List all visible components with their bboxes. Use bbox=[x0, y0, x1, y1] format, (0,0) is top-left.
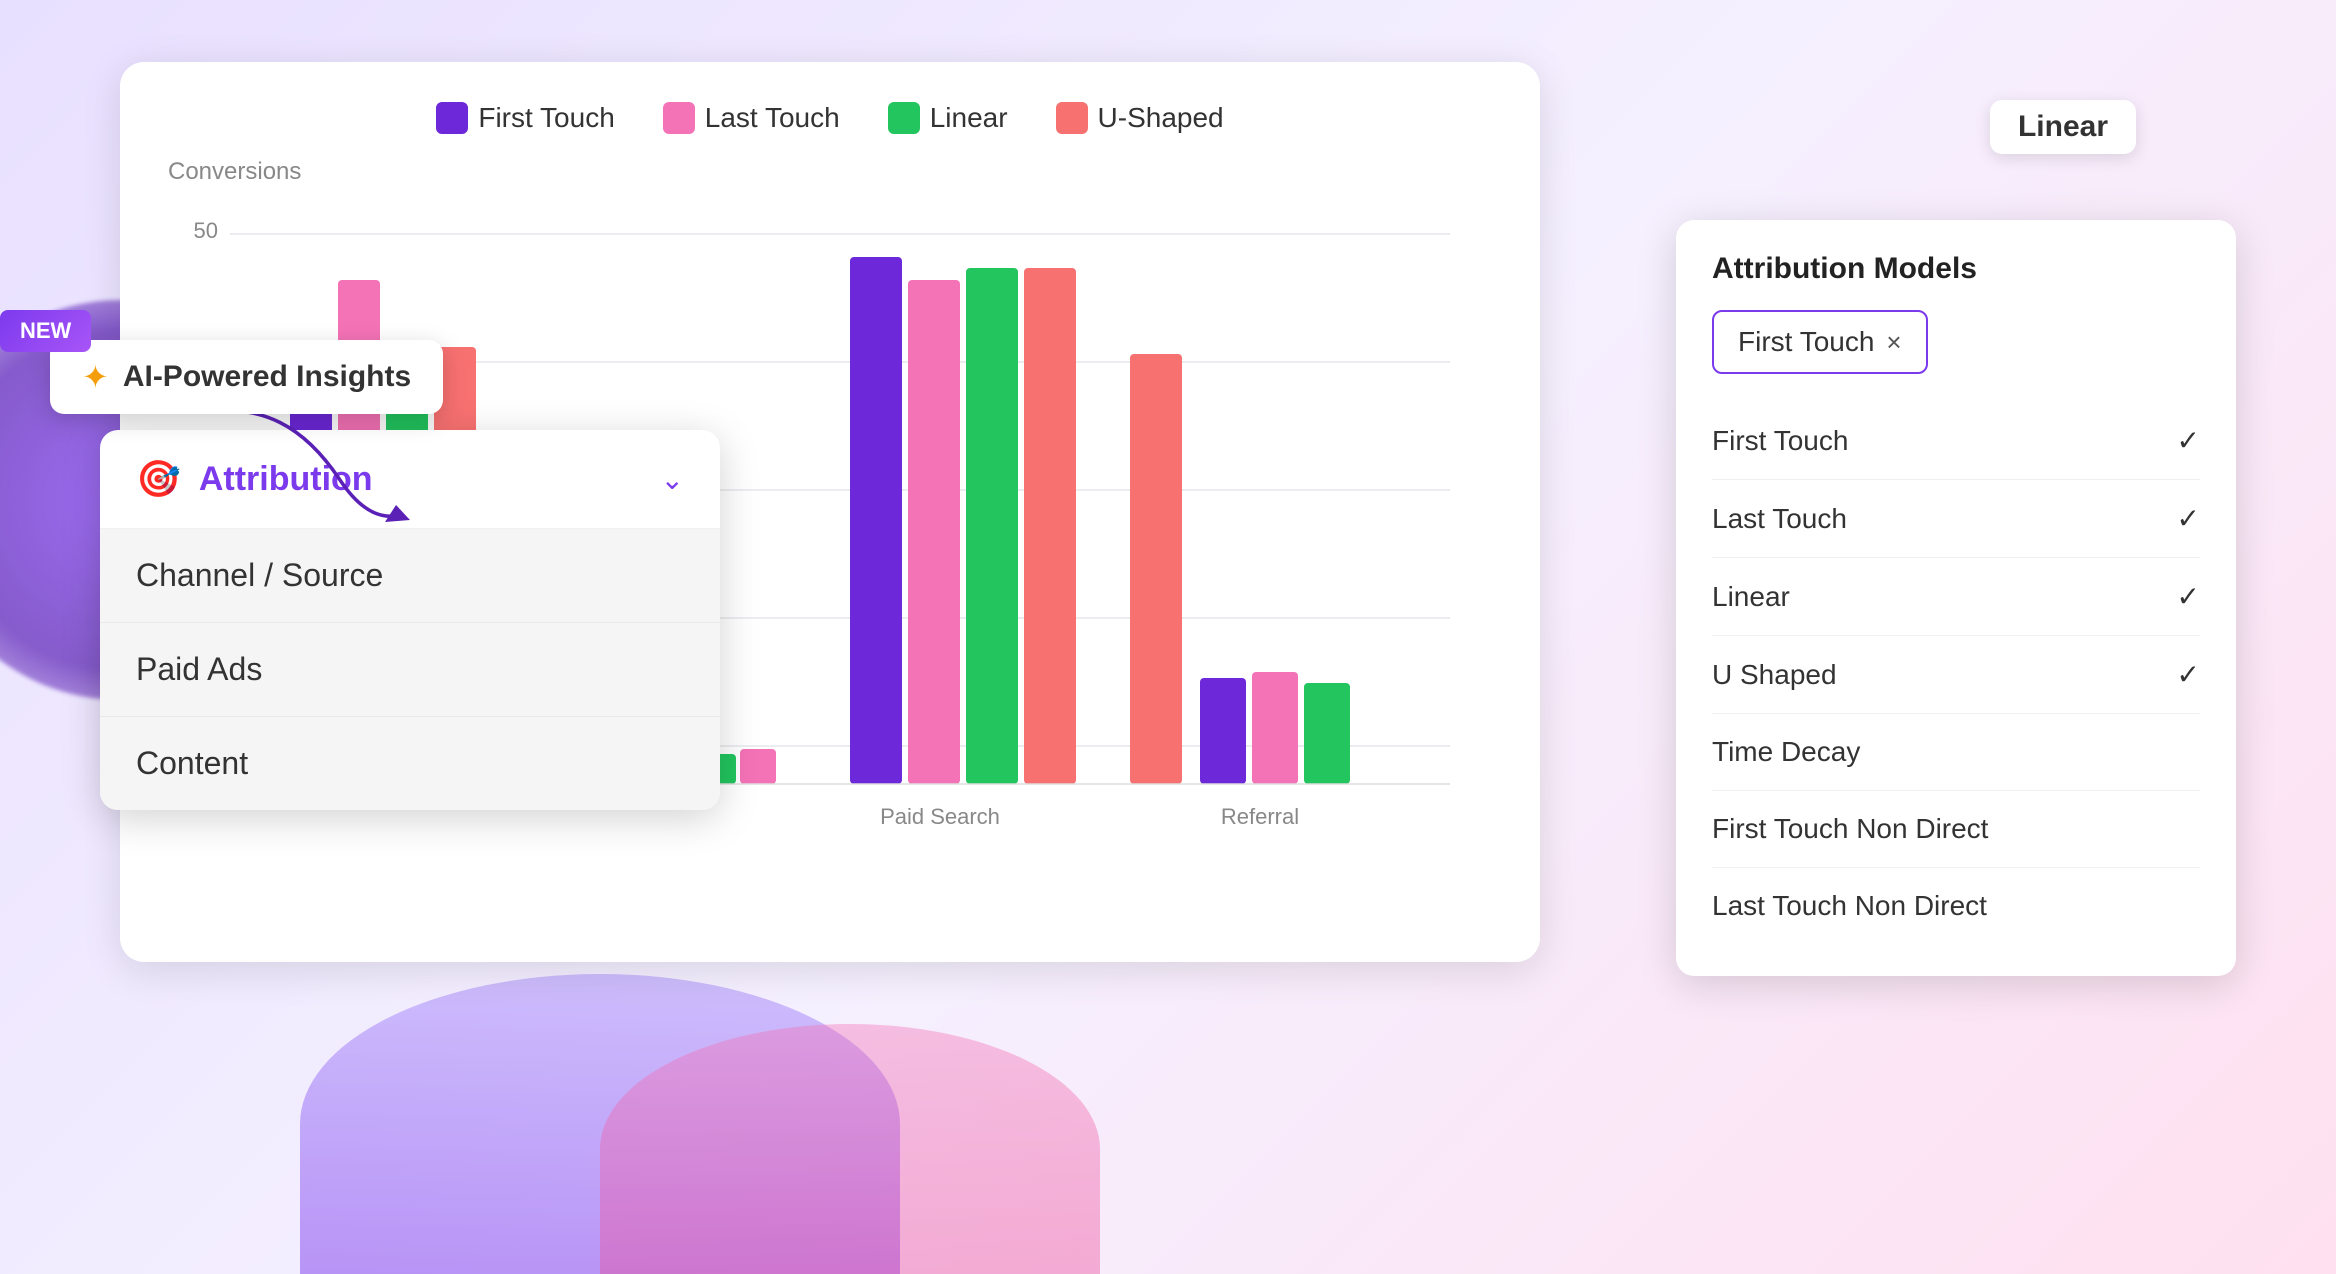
chart-y-label: Conversions bbox=[168, 158, 1492, 186]
legend-color-firsttouch bbox=[436, 102, 468, 134]
ai-star-icon: ✦ bbox=[82, 358, 109, 396]
bar-ps-firsttouch bbox=[850, 257, 902, 784]
model-label-lasttouch: Last Touch bbox=[1712, 503, 1847, 535]
model-item-ushaped[interactable]: U Shaped ✓ bbox=[1712, 636, 2200, 714]
ai-powered-insights-bubble[interactable]: ✦ AI-Powered Insights bbox=[50, 340, 443, 414]
arrow-icon bbox=[200, 400, 420, 530]
model-item-firsttouch[interactable]: First Touch ✓ bbox=[1712, 402, 2200, 480]
model-label-lasttouchnondirect: Last Touch Non Direct bbox=[1712, 890, 1987, 922]
model-check-lasttouch: ✓ bbox=[2177, 502, 2200, 535]
linear-top-label: Linear bbox=[1990, 100, 2136, 154]
legend-color-lasttouch bbox=[663, 102, 695, 134]
legend-label-firsttouch: First Touch bbox=[478, 102, 614, 134]
chart-legend: First Touch Last Touch Linear U-Shaped bbox=[168, 102, 1492, 134]
legend-item-linear: Linear bbox=[888, 102, 1008, 134]
models-selected-tag-label: First Touch bbox=[1738, 326, 1874, 358]
bar-ref-linear bbox=[1304, 683, 1350, 784]
model-item-linear[interactable]: Linear ✓ bbox=[1712, 558, 2200, 636]
attribution-chevron-icon: ⌄ bbox=[661, 463, 684, 496]
models-panel-title: Attribution Models bbox=[1712, 252, 2200, 286]
model-item-firsttouchnondirect[interactable]: First Touch Non Direct bbox=[1712, 791, 2200, 868]
legend-item-firsttouch: First Touch bbox=[436, 102, 614, 134]
attribution-models-panel: Attribution Models First Touch × First T… bbox=[1676, 220, 2236, 976]
models-tag-close-button[interactable]: × bbox=[1886, 327, 1901, 358]
models-selected-tag[interactable]: First Touch × bbox=[1712, 310, 1928, 374]
legend-color-ushaped bbox=[1056, 102, 1088, 134]
bar-mid-ushaped bbox=[1130, 354, 1182, 784]
ai-bubble-text: AI-Powered Insights bbox=[123, 360, 411, 394]
bar-ref-lasttouch bbox=[1252, 672, 1298, 784]
dropdown-item-paid-ads[interactable]: Paid Ads bbox=[100, 623, 720, 717]
legend-item-ushaped: U-Shaped bbox=[1056, 102, 1224, 134]
model-label-firsttouch: First Touch bbox=[1712, 425, 1848, 457]
bar-ref-firsttouch bbox=[1200, 678, 1246, 784]
model-label-firsttouchnondirect: First Touch Non Direct bbox=[1712, 813, 1988, 845]
model-item-lasttouch[interactable]: Last Touch ✓ bbox=[1712, 480, 2200, 558]
bg-blob-bottom2 bbox=[600, 1024, 1100, 1274]
legend-label-linear: Linear bbox=[930, 102, 1008, 134]
model-check-linear: ✓ bbox=[2177, 580, 2200, 613]
legend-label-lasttouch: Last Touch bbox=[705, 102, 840, 134]
attribution-icon: 🎯 bbox=[136, 458, 181, 500]
bar-ps-ushaped bbox=[1024, 268, 1076, 784]
legend-label-ushaped: U-Shaped bbox=[1098, 102, 1224, 134]
bar-g2-lasttouch bbox=[740, 749, 776, 784]
svg-text:50: 50 bbox=[194, 218, 218, 243]
model-label-timedecay: Time Decay bbox=[1712, 736, 1860, 768]
legend-item-lasttouch: Last Touch bbox=[663, 102, 840, 134]
new-label: NEW bbox=[0, 310, 91, 352]
dropdown-item-channel-source[interactable]: Channel / Source bbox=[100, 529, 720, 623]
bar-ps-lasttouch bbox=[908, 280, 960, 784]
model-item-timedecay[interactable]: Time Decay bbox=[1712, 714, 2200, 791]
svg-text:Paid Search: Paid Search bbox=[880, 804, 1000, 829]
svg-text:Referral: Referral bbox=[1221, 804, 1299, 829]
model-label-ushaped: U Shaped bbox=[1712, 659, 1837, 691]
model-label-linear: Linear bbox=[1712, 581, 1790, 613]
model-check-ushaped: ✓ bbox=[2177, 658, 2200, 691]
bar-ps-linear bbox=[966, 268, 1018, 784]
models-list: First Touch ✓ Last Touch ✓ Linear ✓ U Sh… bbox=[1712, 402, 2200, 944]
model-check-firsttouch: ✓ bbox=[2177, 424, 2200, 457]
dropdown-item-content[interactable]: Content bbox=[100, 717, 720, 810]
model-item-lasttouchnondirect[interactable]: Last Touch Non Direct bbox=[1712, 868, 2200, 944]
legend-color-linear bbox=[888, 102, 920, 134]
